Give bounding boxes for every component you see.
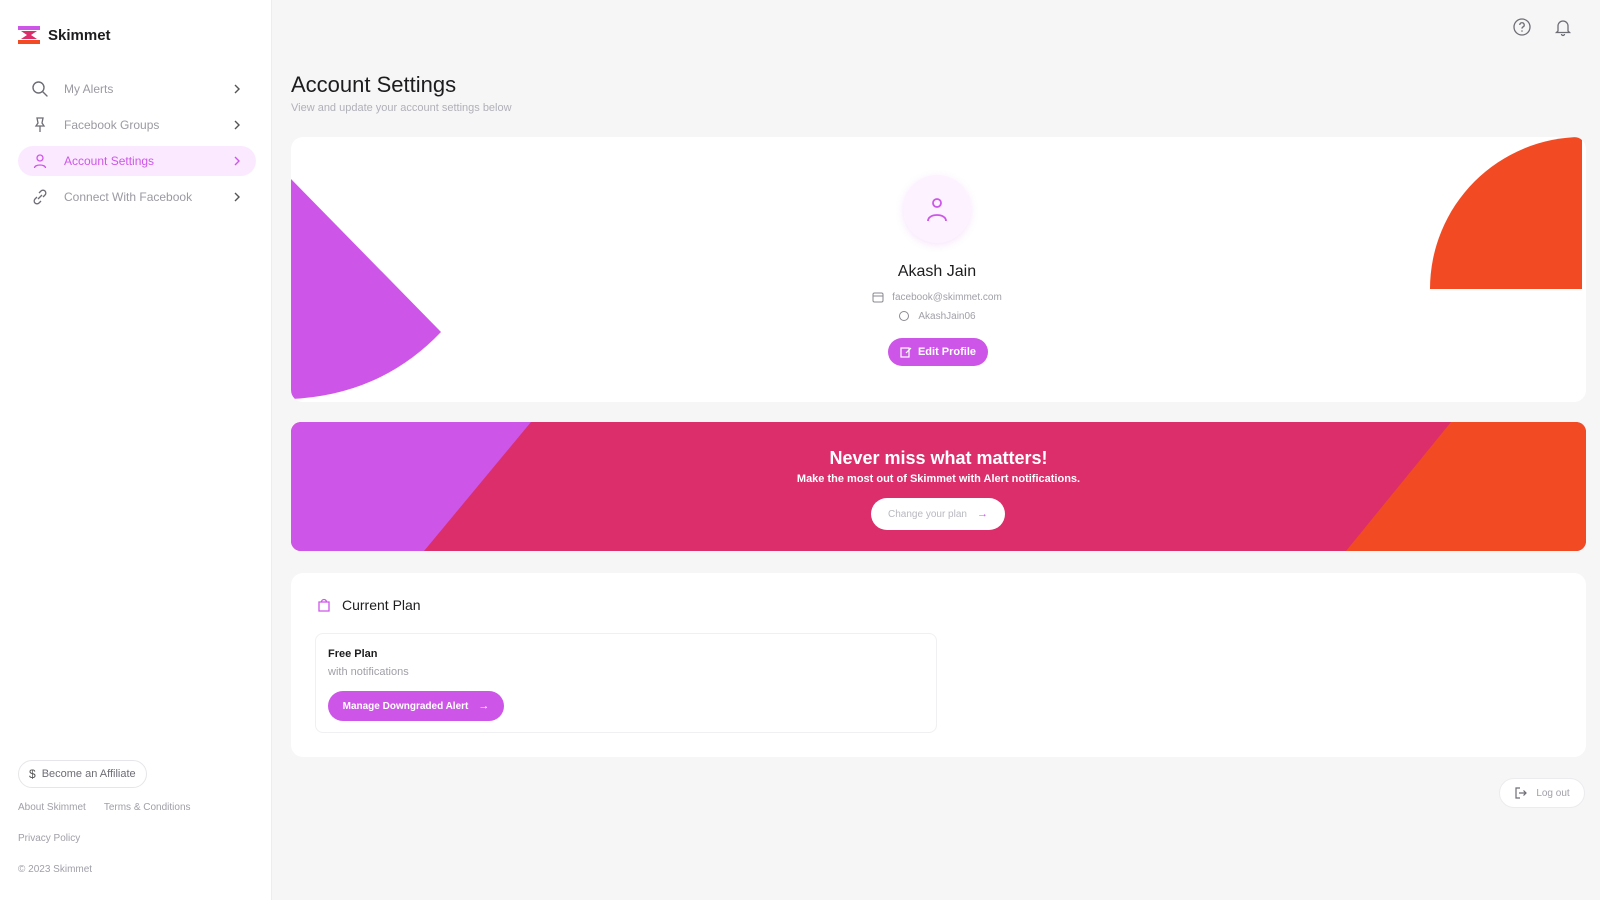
pin-icon [30,115,50,135]
plan-description: with notifications [328,666,409,678]
user-icon [927,198,947,222]
footer-links: About Skimmet Terms & Conditions Privacy… [18,802,191,864]
current-plan-card: Current Plan Free Plan with notification… [291,573,1586,757]
avatar[interactable] [903,175,971,243]
app-name: Skimmet [48,26,111,44]
circle-icon [899,311,910,321]
promo-subtitle: Make the most out of Skimmet with Alert … [796,473,1081,485]
bag-icon [318,598,330,612]
about-link[interactable]: About Skimmet [18,802,86,813]
edit-profile-label: Edit Profile [917,346,977,358]
sidebar-item-label: My Alerts [64,82,114,96]
become-affiliate-button[interactable]: $ Become an Affiliate [18,760,147,788]
app-logo[interactable]: Skimmet [18,26,111,44]
plan-header-label: Current Plan [342,597,421,613]
profile-card: Akash Jain facebook@skimmet.com AkashJai… [291,137,1586,402]
user-icon [30,151,50,171]
profile-username: AkashJain06 [918,310,976,322]
manage-alert-label: Manage Downgraded Alert [342,700,469,712]
link-icon [30,187,50,207]
arrow-right-icon: → [478,700,490,712]
sidebar-item-facebook-groups[interactable]: Facebook Groups [18,110,256,140]
logout-icon [1515,787,1528,799]
privacy-link[interactable]: Privacy Policy [18,833,80,844]
promo-shapes [291,422,1586,551]
plan-header: Current Plan [316,597,421,613]
help-icon[interactable] [1511,16,1533,38]
chevron-right-icon [230,118,244,132]
sidebar-item-connect-facebook[interactable]: Connect With Facebook [18,182,256,212]
bell-icon[interactable] [1552,16,1574,38]
chevron-right-icon [230,190,244,204]
calendar-icon [872,292,884,303]
search-icon [30,79,50,99]
profile-email-row: facebook@skimmet.com [291,291,1583,303]
profile-email: facebook@skimmet.com [892,291,1002,303]
sidebar-item-account-settings[interactable]: Account Settings [18,146,256,176]
logout-button[interactable]: Log out [1499,778,1585,808]
sidebar-item-label: Connect With Facebook [64,190,193,204]
plan-name: Free Plan [328,648,378,660]
chevron-right-icon [230,154,244,168]
page-subtitle: View and update your account settings be… [291,102,512,114]
plan-box: Free Plan with notifications Manage Down… [315,633,937,733]
arrow-right-icon: → [976,508,988,520]
page-title: Account Settings [291,72,457,97]
change-plan-button[interactable]: Change your plan → [871,498,1005,530]
logout-label: Log out [1536,787,1570,799]
dollar-icon: $ [29,767,36,781]
edit-profile-button[interactable]: Edit Profile [888,338,988,366]
terms-link[interactable]: Terms & Conditions [104,802,191,813]
profile-username-row: AkashJain06 [291,310,1583,322]
promo-title: Never miss what matters! [829,448,1048,468]
manage-alert-button[interactable]: Manage Downgraded Alert → [328,691,504,721]
profile-name: Akash Jain [897,263,977,280]
edit-icon [900,347,912,358]
promo-banner: Never miss what matters! Make the most o… [291,422,1586,551]
change-plan-label: Change your plan [888,508,967,520]
sidebar-item-label: Facebook Groups [64,118,160,132]
skimmet-logo-icon [18,26,40,44]
sidebar-item-label: Account Settings [64,154,155,168]
sidebar-item-my-alerts[interactable]: My Alerts [18,74,256,104]
sidebar: Skimmet My Alerts Facebook Groups Accoun… [0,0,272,900]
chevron-right-icon [230,82,244,96]
copyright: © 2023 Skimmet [18,864,93,875]
affiliate-label: Become an Affiliate [41,768,136,780]
sidebar-nav: My Alerts Facebook Groups Account Settin… [18,74,256,218]
